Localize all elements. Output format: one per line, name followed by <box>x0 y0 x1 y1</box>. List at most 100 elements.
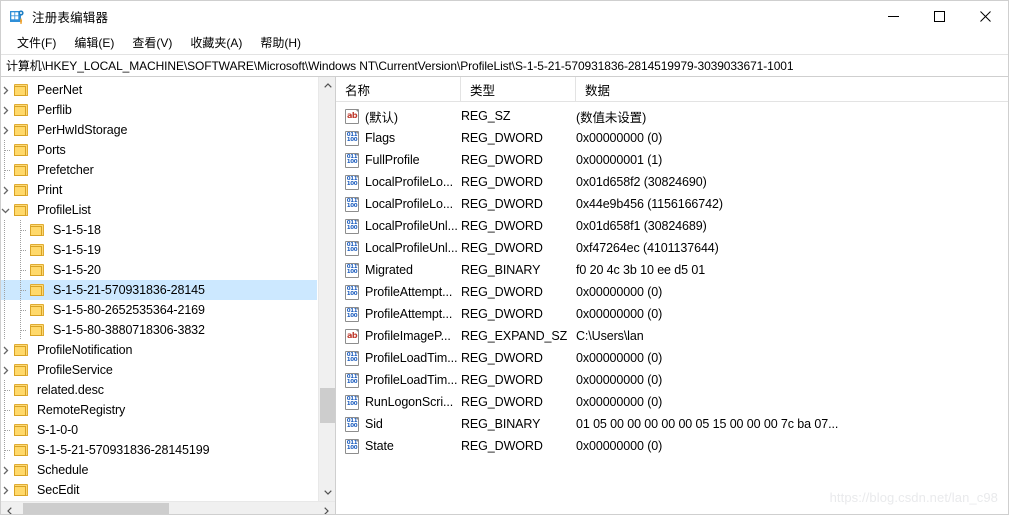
tree-item[interactable]: Print <box>1 180 318 200</box>
minimize-icon <box>887 16 899 17</box>
values-list-header: 名称 类型 数据 <box>336 77 1008 102</box>
dword-value-icon: 011 100 <box>345 262 359 278</box>
tree-item-label: related.desc <box>37 383 104 397</box>
value-row[interactable]: 011 100 RunLogonScri... REG_DWORD 0x00000000… <box>336 391 1008 413</box>
tree-item[interactable]: ProfileService <box>1 360 318 380</box>
value-row[interactable]: ab (默认) REG_SZ (数值未设置) <box>336 105 1008 127</box>
column-header-data[interactable]: 数据 <box>576 77 1008 101</box>
tree-expander-collapsed-icon[interactable] <box>1 462 13 478</box>
value-name: LocalProfileLo... <box>365 197 453 211</box>
value-row[interactable]: 011 100 ProfileAttempt... REG_DWORD 0x000000… <box>336 303 1008 325</box>
value-row[interactable]: 011 100 LocalProfileUnl... REG_DWORD 0xf4726… <box>336 237 1008 259</box>
tree-item[interactable]: S-1-5-21-570931836-28145199 <box>1 440 318 460</box>
tree-item-label: Schedule <box>37 463 89 477</box>
tree-item[interactable]: ProfileList <box>1 200 318 220</box>
value-row[interactable]: 011 100 Migrated REG_BINARY f0 20 4c 3b 10 e… <box>336 259 1008 281</box>
registry-path: 计算机\HKEY_LOCAL_MACHINE\SOFTWARE\Microsof… <box>6 59 794 73</box>
value-type: REG_DWORD <box>461 439 543 453</box>
tree-item-label: PeerNet <box>37 83 83 97</box>
scroll-down-button[interactable] <box>319 484 335 501</box>
dword-value-icon: 011 100 <box>345 174 359 190</box>
column-header-type[interactable]: 类型 <box>461 77 576 101</box>
value-type: REG_BINARY <box>461 417 541 431</box>
tree-item[interactable]: PeerNet <box>1 80 318 100</box>
folder-icon <box>14 483 30 497</box>
menu-help[interactable]: 帮助(H) <box>251 32 310 54</box>
tree-expander-collapsed-icon[interactable] <box>1 122 13 138</box>
tree-item[interactable]: ProfileNotification <box>1 340 318 360</box>
tree-item[interactable]: related.desc <box>1 380 318 400</box>
tree-item[interactable]: S-1-5-21-570931836-28145 <box>1 280 318 300</box>
tree-expander-collapsed-icon[interactable] <box>1 102 13 118</box>
tree-horizontal-scrollbar[interactable] <box>1 501 335 514</box>
value-type: REG_DWORD <box>461 395 543 409</box>
scroll-right-button[interactable] <box>318 502 335 514</box>
tree-item[interactable]: S-1-5-19 <box>1 240 318 260</box>
tree-item[interactable]: Ports <box>1 140 318 160</box>
values-list: ab (默认) REG_SZ (数值未设置) 011 100 Flags REG_DWORD 0… <box>336 102 1008 457</box>
tree-item[interactable]: PerHwIdStorage <box>1 120 318 140</box>
folder-icon <box>14 383 30 397</box>
tree-indent-guide <box>13 280 29 300</box>
close-button[interactable] <box>962 1 1008 32</box>
value-row[interactable]: 011 100 Flags REG_DWORD 0x00000000 (0) <box>336 127 1008 149</box>
tree-expander-collapsed-icon[interactable] <box>1 82 13 98</box>
tree-item[interactable]: S-1-5-18 <box>1 220 318 240</box>
value-row[interactable]: 011 100 LocalProfileLo... REG_DWORD 0x01d658… <box>336 171 1008 193</box>
main-content: PeerNet Perflib PerHwIdStorage Ports Prefetc… <box>1 77 1008 514</box>
maximize-button[interactable] <box>916 1 962 32</box>
value-name: RunLogonScri... <box>365 395 454 409</box>
tree-item-label: ProfileNotification <box>37 343 133 357</box>
menu-edit[interactable]: 编辑(E) <box>65 32 123 54</box>
dword-value-icon: 011 100 <box>345 130 359 146</box>
scroll-left-button[interactable] <box>1 502 18 514</box>
folder-icon <box>14 183 30 197</box>
dword-value-icon: 011 100 <box>345 416 359 432</box>
column-header-name[interactable]: 名称 <box>336 77 461 101</box>
tree-item[interactable]: Perflib <box>1 100 318 120</box>
value-name: ProfileImageP... <box>365 329 451 343</box>
value-data: 0x00000000 (0) <box>576 351 663 365</box>
dword-value-icon: 011 100 <box>345 152 359 168</box>
tree-item[interactable]: S-1-0-0 <box>1 420 318 440</box>
tree-item[interactable]: S-1-5-20 <box>1 260 318 280</box>
tree-item[interactable]: Prefetcher <box>1 160 318 180</box>
value-name: (默认) <box>365 110 398 125</box>
value-row[interactable]: 011 100 LocalProfileLo... REG_DWORD 0x44e9b4… <box>336 193 1008 215</box>
tree-expander-collapsed-icon[interactable] <box>1 182 13 198</box>
tree-vertical-scrollbar[interactable] <box>318 77 335 501</box>
tree-item[interactable]: S-1-5-80-3880718306-3832 <box>1 320 318 340</box>
value-row[interactable]: 011 100 LocalProfileUnl... REG_DWORD 0x01d65… <box>336 215 1008 237</box>
value-type: REG_DWORD <box>461 307 543 321</box>
value-row[interactable]: 011 100 ProfileLoadTim... REG_DWORD 0x000000… <box>336 347 1008 369</box>
value-row[interactable]: ab ProfileImageP... REG_EXPAND_SZ C:\Users\… <box>336 325 1008 347</box>
tree-expander-collapsed-icon[interactable] <box>1 342 13 358</box>
address-bar[interactable]: 计算机\HKEY_LOCAL_MACHINE\SOFTWARE\Microsof… <box>1 54 1008 77</box>
value-name: ProfileLoadTim... <box>365 351 458 365</box>
value-row[interactable]: 011 100 ProfileAttempt... REG_DWORD 0x000000… <box>336 281 1008 303</box>
menu-view[interactable]: 查看(V) <box>123 32 181 54</box>
value-row[interactable]: 011 100 FullProfile REG_DWORD 0x00000001 (1) <box>336 149 1008 171</box>
tree-item[interactable]: S-1-5-80-2652535364-2169 <box>1 300 318 320</box>
value-row[interactable]: 011 100 Sid REG_BINARY 01 05 00 00 00 00 00 … <box>336 413 1008 435</box>
value-name: ProfileLoadTim... <box>365 373 458 387</box>
tree-item[interactable]: RemoteRegistry <box>1 400 318 420</box>
tree-indent-guide <box>13 320 29 340</box>
folder-icon <box>14 343 30 357</box>
scroll-up-button[interactable] <box>319 77 335 94</box>
tree-horizontal-scroll-thumb[interactable] <box>23 503 169 514</box>
tree-vertical-scroll-thumb[interactable] <box>320 388 335 423</box>
tree-expander-collapsed-icon[interactable] <box>1 482 13 498</box>
tree-item[interactable]: Schedule <box>1 460 318 480</box>
tree-indent-guide <box>13 260 29 280</box>
minimize-button[interactable] <box>870 1 916 32</box>
tree-item[interactable]: SecEdit <box>1 480 318 500</box>
menu-file[interactable]: 文件(F) <box>8 32 65 54</box>
menu-favorites[interactable]: 收藏夹(A) <box>181 32 251 54</box>
value-row[interactable]: 011 100 State REG_DWORD 0x00000000 (0) <box>336 435 1008 457</box>
tree-expander-collapsed-icon[interactable] <box>1 362 13 378</box>
value-name: LocalProfileUnl... <box>365 219 458 233</box>
chevron-left-icon <box>7 506 12 514</box>
tree-expander-expanded-icon[interactable] <box>1 202 13 218</box>
value-row[interactable]: 011 100 ProfileLoadTim... REG_DWORD 0x000000… <box>336 369 1008 391</box>
